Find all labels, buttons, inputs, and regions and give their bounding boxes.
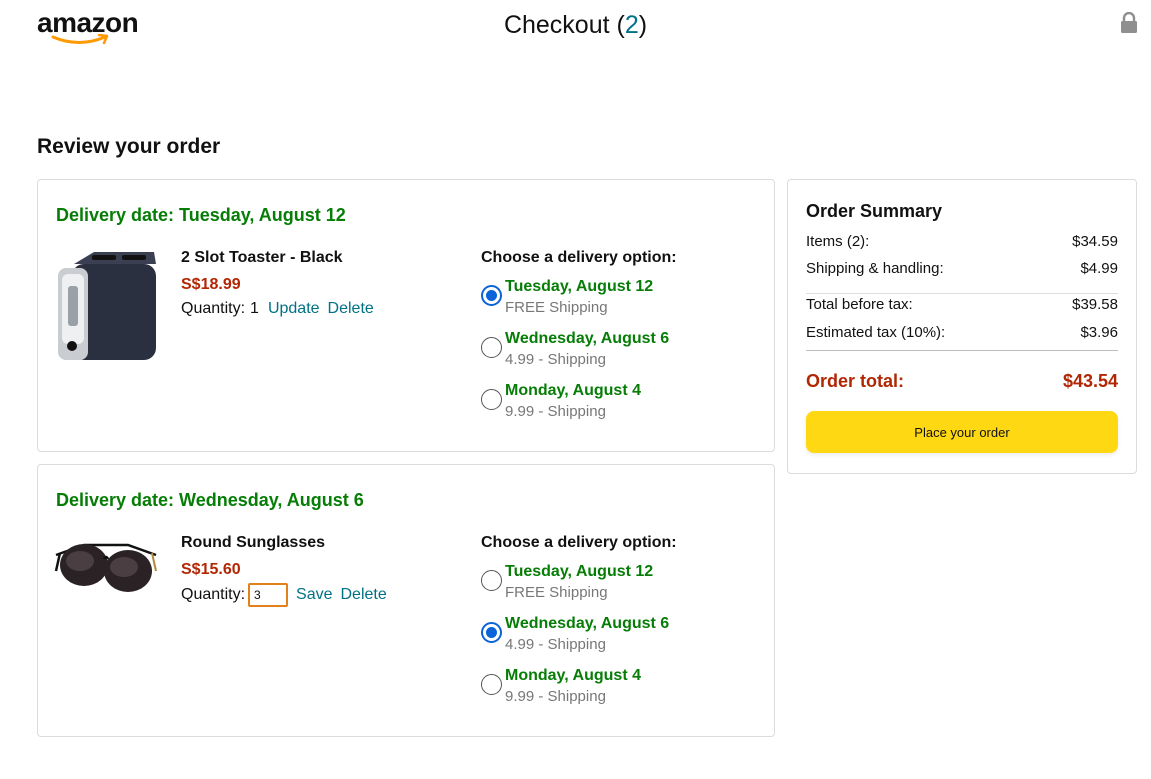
checkout-title-end: ) <box>638 11 648 39</box>
product-name: Round Sunglasses <box>181 534 326 551</box>
summary-row: Estimated tax (10%): $3.96 <box>806 324 1118 342</box>
summary-row-label: Total before tax: <box>806 296 913 313</box>
delivery-option-date: Wednesday, August 6 <box>505 330 670 347</box>
summary-row-value: $3.96 <box>1080 324 1118 341</box>
checkout-title-text: Checkout ( <box>503 11 625 39</box>
quantity-value: 1 <box>250 300 259 317</box>
summary-row-label: Items (2): <box>806 233 870 250</box>
quantity-row: Quantity: Save Delete <box>181 583 387 607</box>
delivery-option-shipping: FREE Shipping <box>505 299 608 316</box>
checkout-item-count[interactable]: 2 <box>625 11 639 39</box>
delivery-option-radio[interactable] <box>481 622 502 643</box>
delivery-option-date: Tuesday, August 12 <box>505 563 654 580</box>
product-name: 2 Slot Toaster - Black <box>181 249 343 266</box>
delivery-option-date: Wednesday, August 6 <box>505 615 670 632</box>
order-total-row: Order total: $43.54 <box>806 370 1118 392</box>
delivery-option-date: Monday, August 4 <box>505 667 641 684</box>
summary-row-label: Estimated tax (10%): <box>806 324 946 341</box>
summary-row: Items (2): $34.59 <box>806 233 1118 251</box>
summary-row-label: Shipping & handling: <box>806 260 944 277</box>
delivery-option-date: Tuesday, August 12 <box>505 278 654 295</box>
order-item-card: Delivery date: Tuesday, August 12 2 Slot… <box>37 179 775 452</box>
order-summary-panel: Order Summary Items (2): $34.59 Shipping… <box>787 179 1137 474</box>
page-title: Review your order <box>37 135 221 158</box>
checkout-header: amazon Checkout (2) <box>0 0 1151 60</box>
delivery-date-heading: Delivery date: Wednesday, August 6 <box>56 490 364 510</box>
delivery-option-radio[interactable] <box>481 285 502 306</box>
delivery-option-radio[interactable] <box>481 674 502 695</box>
delivery-option-radio[interactable] <box>481 337 502 358</box>
summary-divider <box>806 350 1118 351</box>
quantity-input[interactable] <box>248 583 289 607</box>
summary-divider <box>806 293 1118 294</box>
update-quantity-link[interactable]: Update <box>268 298 320 320</box>
delivery-option-shipping: FREE Shipping <box>505 584 608 601</box>
delivery-option-shipping: 9.99 - Shipping <box>505 688 606 705</box>
quantity-row: Quantity: 1 Update Delete <box>181 298 374 320</box>
sunglasses-image <box>54 543 157 592</box>
delivery-option-shipping: 9.99 - Shipping <box>505 403 606 420</box>
summary-row: Total before tax: $39.58 <box>806 296 1118 314</box>
delivery-option-shipping: 4.99 - Shipping <box>505 636 606 653</box>
delivery-options-title: Choose a delivery option: <box>481 249 677 266</box>
delivery-option-radio[interactable] <box>481 570 502 591</box>
product-price: S$15.60 <box>181 561 241 578</box>
delivery-option-radio[interactable] <box>481 389 502 410</box>
lock-icon <box>1121 12 1137 33</box>
delivery-date-heading: Delivery date: Tuesday, August 12 <box>56 205 346 225</box>
quantity-label: Quantity: <box>181 586 246 603</box>
place-order-button[interactable]: Place your order <box>806 411 1118 453</box>
summary-row-value: $4.99 <box>1080 260 1118 277</box>
delivery-option-date: Monday, August 4 <box>505 382 641 399</box>
order-item-card: Delivery date: Wednesday, August 6 Round… <box>37 464 775 737</box>
product-price: S$18.99 <box>181 276 241 293</box>
order-summary-title: Order Summary <box>806 201 943 221</box>
delivery-option-shipping: 4.99 - Shipping <box>505 351 606 368</box>
save-quantity-link[interactable]: Save <box>296 584 332 606</box>
summary-row: Shipping & handling: $4.99 <box>806 260 1118 278</box>
order-total-label: Order total: <box>806 371 905 391</box>
checkout-title: Checkout (2) <box>0 10 1151 40</box>
delete-item-link[interactable]: Delete <box>341 584 387 606</box>
delivery-options-title: Choose a delivery option: <box>481 534 677 551</box>
toaster-image <box>58 252 156 360</box>
summary-row-value: $34.59 <box>1072 233 1118 250</box>
quantity-label: Quantity: <box>181 300 246 317</box>
summary-row-value: $39.58 <box>1072 296 1118 313</box>
order-total-value: $43.54 <box>1062 371 1118 391</box>
delete-item-link[interactable]: Delete <box>328 298 374 320</box>
